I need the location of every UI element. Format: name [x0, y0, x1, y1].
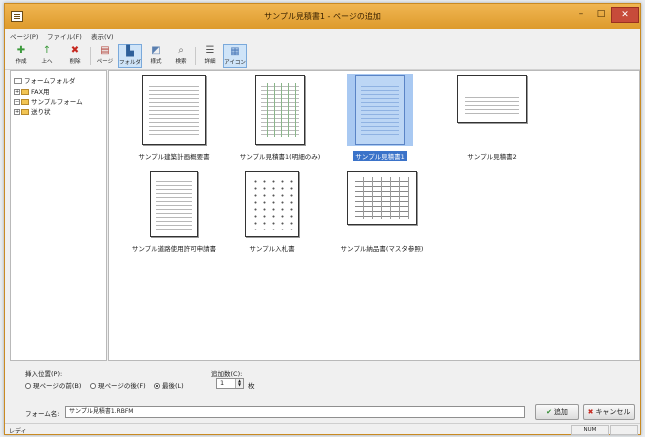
tree-item-fax[interactable]: + FAX用 [14, 86, 50, 96]
menu-view[interactable]: 表示(V) [91, 31, 114, 41]
cancel-icon: ✖ [587, 408, 594, 416]
icon-view-icon: ▦ [230, 46, 240, 57]
add-button[interactable]: ✔ 追加 [535, 404, 579, 420]
search-icon: ⌕ [178, 45, 184, 56]
form-item-selected[interactable]: サンプル見積書1 [315, 75, 445, 161]
delete-label: 削除 [69, 59, 81, 65]
add-count-unit: 枚 [248, 382, 255, 390]
menu-bar: ページ(P) ファイル(F) 表示(V) [5, 30, 640, 41]
new-label: 作成 [15, 59, 27, 65]
close-button[interactable]: ✕ [611, 7, 639, 23]
tree-item-root[interactable]: フォームフォルダ [14, 75, 75, 85]
form-name-field[interactable]: サンプル見積書1.RBFM [65, 406, 525, 418]
form-thumbnail [245, 171, 299, 237]
num-lock-indicator: NUM [571, 425, 609, 435]
minimize-button[interactable]: – [571, 7, 591, 23]
form-thumbnail [255, 75, 305, 145]
radio-icon [25, 383, 31, 389]
form-thumbnail [347, 171, 417, 225]
toolbar-separator [195, 47, 196, 65]
radio-icon [90, 383, 96, 389]
collapse-icon[interactable]: − [14, 99, 20, 105]
icon-view-label: アイコン [224, 60, 246, 66]
radio-label: 最後(L) [162, 382, 184, 390]
style-button[interactable]: ◩ 様式 [144, 44, 168, 68]
style-icon: ◩ [151, 45, 161, 56]
stepper-arrows-icon[interactable]: ▲ ▼ [235, 379, 243, 388]
status-text: レディ [9, 428, 27, 435]
folder-label: フォルダ [119, 60, 142, 66]
form-icon-view[interactable]: サンプル建築計画概要書 サンプル見積書1(明細のみ) サンプル見積書1 サンプル… [108, 70, 640, 361]
delete-icon: ✖ [70, 45, 80, 56]
page-icon: ▤ [100, 45, 110, 56]
icon-view-button[interactable]: ▦ アイコン [223, 44, 247, 68]
cancel-button[interactable]: ✖ キャンセル [583, 404, 635, 420]
folder-icon [21, 99, 29, 105]
search-button[interactable]: ⌕ 検索 [169, 44, 193, 68]
up-folder-icon: ↑ [42, 45, 52, 56]
add-count-label: 追加数(C): [211, 370, 243, 378]
up-button[interactable]: ↑ 上へ [35, 44, 59, 68]
insert-position-label: 挿入位置(P): [25, 370, 63, 378]
details-view-button[interactable]: ☰ 詳細 [198, 44, 222, 68]
page-add-window: サンプル見積書1 - ページの追加 – □ ✕ ページ(P) ファイル(F) 表… [4, 3, 641, 435]
page-label: ページ [96, 59, 114, 65]
add-count-stepper[interactable]: 1 ▲ ▼ [216, 378, 244, 389]
form-item[interactable]: サンプル見積書2 [427, 75, 557, 161]
expand-icon[interactable]: + [14, 109, 20, 115]
style-label: 様式 [150, 59, 162, 65]
toolbar: ✚ 作成 ↑ 上へ ✖ 削除 ▤ ページ ▙ フォルダ ◩ 様式 ⌕ 検索 ☰ … [5, 42, 640, 70]
form-thumbnail [142, 75, 206, 145]
radio-label: 現ページの前(B) [33, 382, 82, 390]
tree-item-label: FAX用 [31, 88, 50, 96]
radio-label: 現ページの後(F) [98, 382, 146, 390]
add-button-label: 追加 [553, 408, 568, 416]
checkmark-icon: ✔ [546, 408, 552, 416]
form-thumbnail [150, 171, 198, 237]
title-bar[interactable]: サンプル見積書1 - ページの追加 – □ ✕ [5, 4, 640, 29]
tree-item-invoice[interactable]: + 送り状 [14, 106, 51, 116]
delete-button[interactable]: ✖ 削除 [63, 44, 87, 68]
folder-open-icon [14, 78, 22, 84]
add-count-value: 1 [220, 379, 225, 387]
radio-selected-icon [154, 383, 160, 389]
menu-file[interactable]: ファイル(F) [47, 31, 82, 41]
folder-tree[interactable]: フォームフォルダ + FAX用 − サンプルフォーム + 送り状 [10, 70, 107, 361]
form-caption: サンプル納品書(マスタ参照) [340, 245, 424, 253]
tree-item-label: サンプルフォーム [31, 98, 83, 106]
form-name-label: フォーム名: [25, 410, 60, 418]
status-pane [610, 425, 638, 435]
tree-item-label: フォームフォルダ [24, 77, 76, 85]
options-panel: 挿入位置(P): 現ページの前(B) 現ページの後(F) 最後(L) 追加数(C… [5, 362, 640, 422]
new-doc-icon: ✚ [16, 45, 26, 56]
tree-item-label: 送り状 [31, 108, 51, 116]
insert-before-radio[interactable]: 現ページの前(B) [25, 380, 81, 390]
cancel-button-label: キャンセル [595, 408, 631, 416]
maximize-button[interactable]: □ [591, 7, 611, 23]
page-button[interactable]: ▤ ページ [93, 44, 117, 68]
folder-icon: ▙ [126, 46, 134, 57]
form-thumbnail [355, 75, 405, 145]
tree-item-sample-forms[interactable]: − サンプルフォーム [14, 96, 83, 106]
expand-icon[interactable]: + [14, 89, 20, 95]
form-caption: サンプル見積書1 [353, 151, 407, 161]
form-caption: サンプル見積書2 [467, 153, 517, 161]
form-item[interactable]: サンプル納品書(マスタ参照) [317, 171, 447, 253]
insert-last-radio[interactable]: 最後(L) [154, 380, 184, 390]
folder-icon [21, 109, 29, 115]
folder-icon [21, 89, 29, 95]
window-title: サンプル見積書1 - ページの追加 [264, 12, 381, 21]
folder-button[interactable]: ▙ フォルダ [118, 44, 142, 68]
details-view-icon: ☰ [205, 45, 215, 56]
search-label: 検索 [175, 59, 187, 65]
details-view-label: 詳細 [204, 59, 216, 65]
new-button[interactable]: ✚ 作成 [9, 44, 33, 68]
insert-after-radio[interactable]: 現ページの後(F) [90, 380, 146, 390]
menu-page[interactable]: ページ(P) [10, 31, 38, 41]
status-bar: レディ NUM [5, 423, 640, 435]
toolbar-separator [90, 47, 91, 65]
form-thumbnail [457, 75, 527, 123]
up-label: 上へ [41, 59, 53, 65]
